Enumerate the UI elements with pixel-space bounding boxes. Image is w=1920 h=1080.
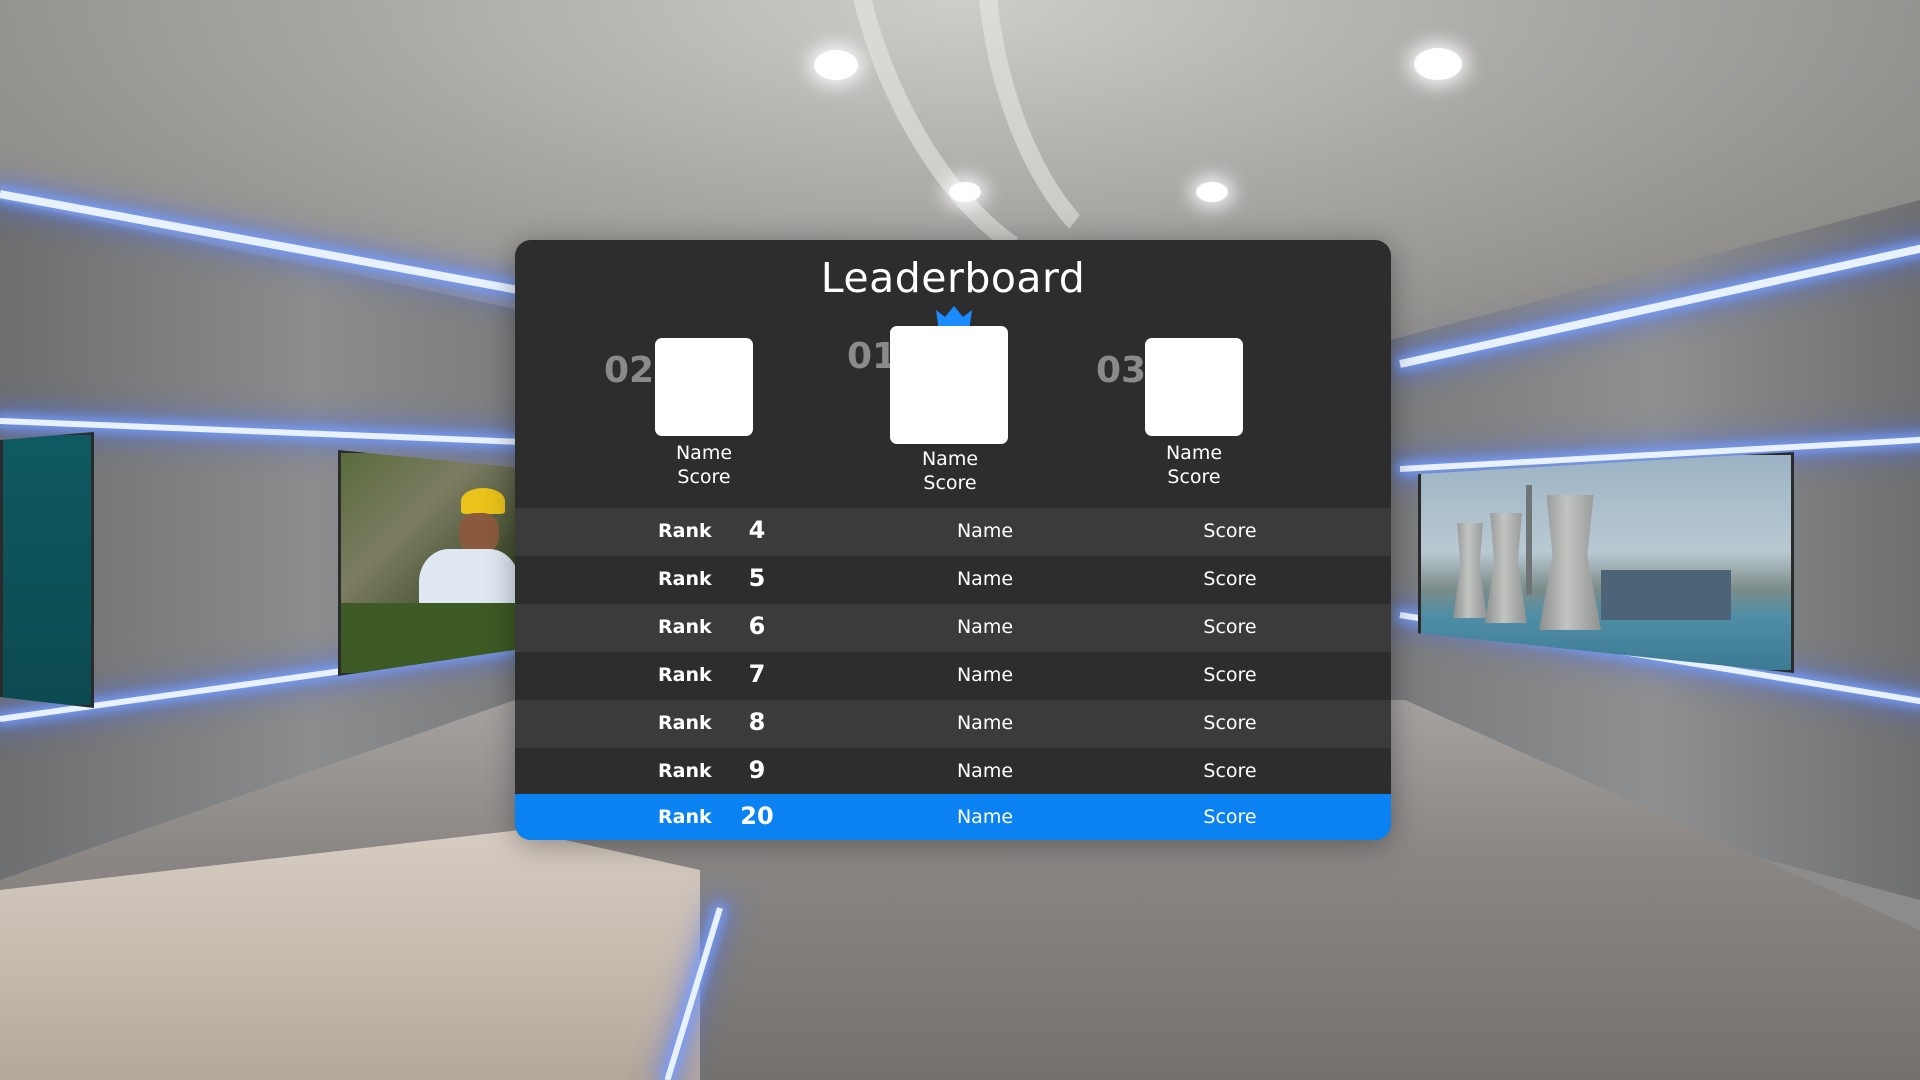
rank-number: 4 <box>748 516 766 544</box>
leaderboard-panel: Leaderboard 02 Name Score 01 Name Score … <box>515 240 1391 840</box>
rank-number: 9 <box>748 756 766 784</box>
player-name: Name <box>956 568 1014 590</box>
ceiling-light <box>949 182 981 202</box>
player-name: Name <box>956 664 1014 686</box>
podium-name: Name <box>675 442 733 464</box>
rank-label: Rank <box>658 616 712 638</box>
game-scene: Leaderboard 02 Name Score 01 Name Score … <box>0 0 1920 1080</box>
avatar <box>890 326 1008 444</box>
player-score: Score <box>1203 664 1257 686</box>
podium-third[interactable]: 03 Name Score <box>1096 338 1243 498</box>
podium-name: Name <box>921 448 979 470</box>
leaderboard-row[interactable]: Rank 4 Name Score <box>515 508 1391 556</box>
podium-score: Score <box>677 466 731 488</box>
leaderboard-title: Leaderboard <box>820 254 1086 302</box>
rank-number: 7 <box>748 660 766 688</box>
leaderboard-row-current-player[interactable]: Rank 20 Name Score <box>515 794 1391 840</box>
avatar <box>1145 338 1243 436</box>
rank-number: 6 <box>748 612 766 640</box>
player-score: Score <box>1203 568 1257 590</box>
player-score: Score <box>1203 806 1257 828</box>
player-score: Score <box>1203 520 1257 542</box>
rank-label: Rank <box>658 664 712 686</box>
rank-label: Rank <box>658 760 712 782</box>
leaderboard-row[interactable]: Rank 8 Name Score <box>515 700 1391 748</box>
podium-second[interactable]: 02 Name Score <box>604 338 753 498</box>
rank-label: Rank <box>658 712 712 734</box>
ceiling-light <box>814 50 858 80</box>
podium-first[interactable]: 01 Name Score <box>847 326 1008 496</box>
rank-number: 20 <box>740 802 774 830</box>
podium-score: Score <box>923 472 977 494</box>
player-score: Score <box>1203 616 1257 638</box>
leaderboard-row[interactable]: Rank 5 Name Score <box>515 556 1391 604</box>
crown-icon <box>936 306 972 328</box>
leaderboard-row[interactable]: Rank 7 Name Score <box>515 652 1391 700</box>
podium-name: Name <box>1165 442 1223 464</box>
wall-poster-worker <box>338 450 522 676</box>
player-name: Name <box>956 616 1014 638</box>
player-score: Score <box>1203 760 1257 782</box>
rank-label: Rank <box>658 520 712 542</box>
rank-label: Rank <box>658 806 712 828</box>
player-name: Name <box>956 806 1014 828</box>
ceiling-light <box>1414 48 1462 80</box>
podium-place-number: 03 <box>1096 350 1147 391</box>
player-score: Score <box>1203 712 1257 734</box>
leaderboard-row[interactable]: Rank 6 Name Score <box>515 604 1391 652</box>
rank-number: 5 <box>748 564 766 592</box>
leaderboard-row[interactable]: Rank 9 Name Score <box>515 748 1391 796</box>
podium-score: Score <box>1167 466 1221 488</box>
player-name: Name <box>956 760 1014 782</box>
rank-label: Rank <box>658 568 712 590</box>
avatar <box>655 338 753 436</box>
wall-poster <box>0 432 94 708</box>
player-name: Name <box>956 520 1014 542</box>
rank-number: 8 <box>748 708 766 736</box>
ceiling-light <box>1196 182 1228 202</box>
podium-place-number: 02 <box>604 350 655 391</box>
player-name: Name <box>956 712 1014 734</box>
